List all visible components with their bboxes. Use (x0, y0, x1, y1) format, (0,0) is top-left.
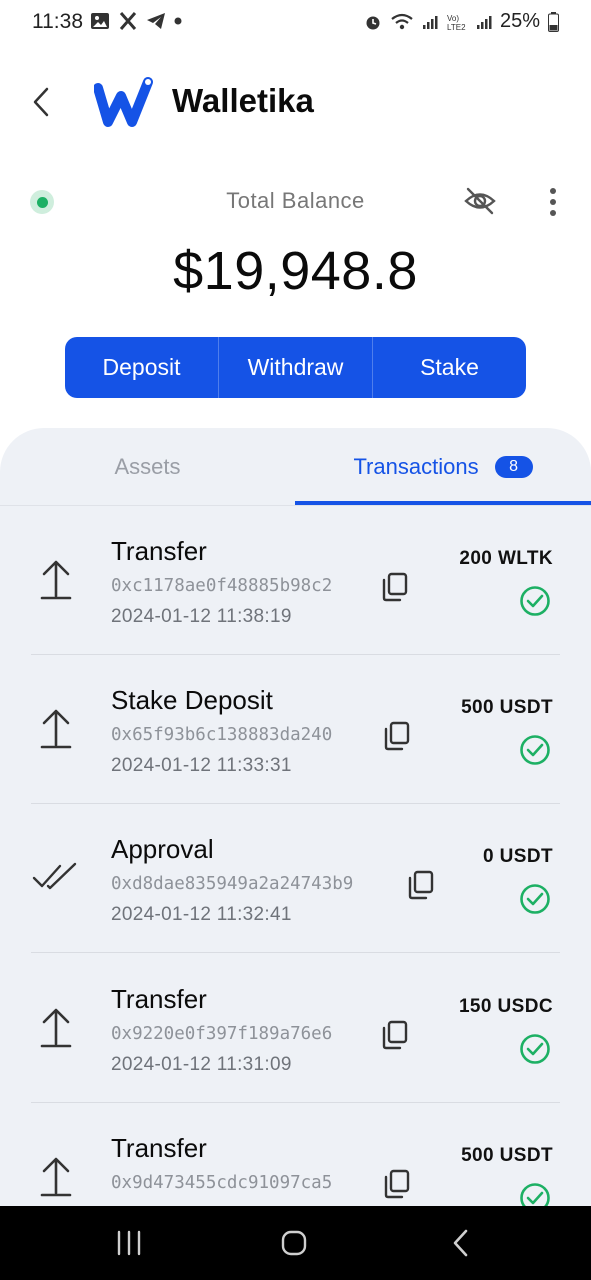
transaction-amount: 150 USDC (458, 996, 553, 1017)
hide-balance-button[interactable] (463, 186, 497, 216)
success-check-icon (520, 586, 550, 616)
tab-assets[interactable]: Assets (0, 428, 295, 506)
more-dot-icon (550, 188, 556, 194)
copy-icon (384, 1169, 410, 1199)
status-time: 11:38 (32, 10, 83, 33)
svg-text:LTE2: LTE2 (447, 23, 466, 31)
copy-icon (408, 870, 434, 900)
battery-percent: 25% (499, 10, 540, 32)
eye-off-icon (464, 187, 496, 215)
dot-icon (174, 17, 182, 25)
stake-button[interactable]: Stake (373, 337, 526, 398)
gallery-icon (91, 13, 109, 29)
success-check-icon (520, 1034, 550, 1064)
transaction-row[interactable]: Stake Deposit 0x65f93b6c138883da240 2024… (0, 655, 591, 804)
copy-hash-button[interactable] (383, 721, 411, 751)
transaction-date: 2024-01-12 11:38:19 (111, 606, 292, 627)
transaction-type: Transfer (111, 984, 207, 1014)
walletika-logo (93, 74, 156, 128)
action-button-group: Deposit Withdraw Stake (65, 337, 526, 398)
upload-arrow-icon (40, 1157, 72, 1197)
home-icon[interactable] (281, 1228, 307, 1258)
balance-header: Total Balance (0, 180, 591, 224)
alarm-icon (366, 16, 380, 29)
back-nav-icon[interactable] (451, 1228, 471, 1258)
notification-icons (90, 11, 182, 31)
transaction-hash: 0x65f93b6c138883da240 (111, 725, 333, 745)
transaction-type: Approval (111, 834, 214, 864)
app-header: Walletika (0, 60, 591, 144)
copy-hash-button[interactable] (383, 1169, 411, 1199)
copy-hash-button[interactable] (381, 1020, 409, 1050)
total-balance-amount: $19,948.8 (173, 241, 418, 301)
status-bar: 11:38 Vo) LTE2 25% (0, 0, 591, 44)
app-title: Walletika (172, 82, 314, 119)
copy-icon (382, 1020, 408, 1050)
copy-hash-button[interactable] (407, 870, 435, 900)
double-check-icon (32, 862, 77, 890)
transaction-type: Stake Deposit (111, 685, 273, 715)
volte-icon: Vo)LTE2 (447, 14, 466, 31)
system-navigation-bar (0, 1206, 591, 1280)
upload-arrow-icon (40, 709, 72, 749)
copy-hash-button[interactable] (381, 572, 409, 602)
success-check-icon (520, 735, 550, 765)
transaction-date: 2024-01-12 11:32:41 (111, 904, 292, 925)
x-icon (119, 12, 137, 30)
transactions-count-badge: 8 (494, 456, 533, 478)
transaction-row[interactable]: Transfer 0x9220e0f397f189a76e6 2024-01-1… (0, 954, 591, 1103)
signal-icon (476, 15, 492, 29)
copy-icon (382, 572, 408, 602)
transaction-amount: 500 USDT (461, 1145, 553, 1166)
transaction-date: 2024-01-12 11:33:31 (111, 755, 292, 776)
success-check-icon (520, 884, 550, 914)
success-check-icon (520, 1183, 550, 1208)
more-options-button[interactable] (540, 186, 566, 218)
transaction-date: 2024-01-12 11:31:09 (111, 1054, 292, 1075)
withdraw-button[interactable]: Withdraw (219, 337, 373, 398)
chevron-left-icon (33, 87, 49, 117)
more-dot-icon (550, 199, 556, 205)
transaction-type: Transfer (111, 1133, 207, 1163)
transaction-amount: 200 WLTK (459, 548, 553, 569)
status-right: Vo) LTE2 25% (364, 10, 559, 33)
tab-transactions-label: Transactions (353, 454, 479, 479)
more-dot-icon (550, 210, 556, 216)
wifi-icon (391, 13, 413, 29)
transaction-hash: 0xd8dae835949a2a24743b9 (111, 874, 354, 894)
recent-apps-icon[interactable] (116, 1228, 142, 1258)
active-tab-indicator (295, 501, 591, 505)
upload-arrow-icon (40, 1008, 72, 1048)
signal-icon (422, 15, 438, 29)
transaction-type: Transfer (111, 536, 207, 566)
tab-transactions[interactable]: Transactions 8 (295, 428, 591, 506)
deposit-button[interactable]: Deposit (65, 337, 219, 398)
upload-arrow-icon (40, 560, 72, 600)
transaction-amount: 500 USDT (461, 697, 553, 718)
wallet-panel: Assets Transactions 8 Transfer 0xc1178ae… (0, 428, 591, 1208)
transaction-hash: 0x9220e0f397f189a76e6 (111, 1024, 333, 1044)
transaction-row[interactable]: Transfer 0x9d473455cdc91097ca5 500 USDT (0, 1103, 591, 1208)
transaction-amount: 0 USDT (483, 846, 553, 867)
back-button[interactable] (26, 82, 56, 122)
transaction-row[interactable]: Approval 0xd8dae835949a2a24743b9 2024-01… (0, 804, 591, 953)
telegram-icon (147, 13, 165, 29)
svg-text:Vo): Vo) (447, 14, 459, 23)
row-divider (31, 952, 560, 953)
battery-icon (548, 11, 559, 32)
tab-bar: Assets Transactions 8 (0, 428, 591, 506)
transaction-row[interactable]: Transfer 0xc1178ae0f48885b98c2 2024-01-1… (0, 506, 591, 655)
transaction-hash: 0xc1178ae0f48885b98c2 (111, 576, 333, 596)
total-balance-label: Total Balance (226, 188, 365, 213)
transaction-hash: 0x9d473455cdc91097ca5 (111, 1173, 333, 1193)
tab-assets-label: Assets (114, 454, 181, 479)
copy-icon (384, 721, 410, 751)
